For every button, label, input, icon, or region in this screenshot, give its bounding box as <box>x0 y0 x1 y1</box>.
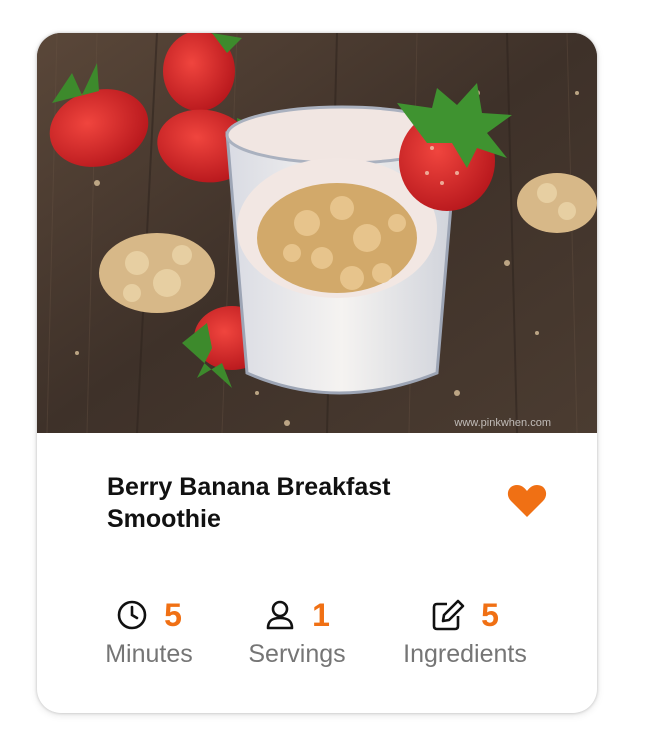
recipe-card[interactable]: www.pinkwhen.com Berry Banana Breakfast … <box>37 33 597 713</box>
recipe-photo[interactable]: www.pinkwhen.com <box>37 33 597 433</box>
edit-icon <box>431 599 465 631</box>
title-row: Berry Banana Breakfast Smoothie <box>37 433 597 573</box>
stat-minutes: 5 Minutes <box>99 593 199 669</box>
stat-ingredients: 5 Ingredients <box>395 593 535 669</box>
ingredients-label: Ingredients <box>403 640 527 668</box>
servings-value: 1 <box>312 597 330 633</box>
user-icon <box>264 599 296 631</box>
ingredients-value: 5 <box>481 597 499 633</box>
recipe-title[interactable]: Berry Banana Breakfast Smoothie <box>107 471 467 535</box>
minutes-label: Minutes <box>105 640 193 668</box>
clock-icon <box>116 599 148 631</box>
smoothie-image <box>37 33 597 433</box>
heart-icon[interactable] <box>507 483 547 519</box>
image-watermark: www.pinkwhen.com <box>454 417 551 429</box>
servings-label: Servings <box>248 640 346 668</box>
recipe-stats: 5 Minutes 1 Servings 5 Ingredients <box>37 593 597 683</box>
minutes-value: 5 <box>164 597 182 633</box>
stat-servings: 1 Servings <box>241 593 353 669</box>
